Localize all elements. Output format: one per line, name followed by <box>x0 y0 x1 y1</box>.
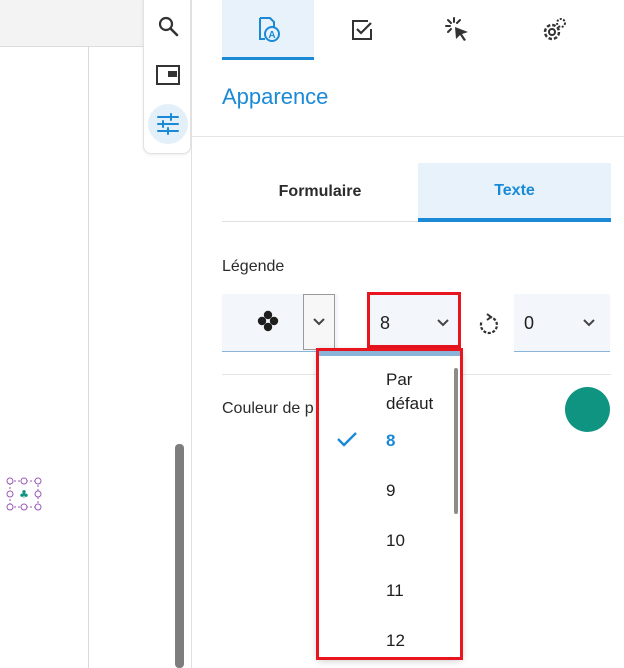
dropdown-option-9[interactable]: 9 <box>386 479 395 503</box>
panel-toggle-icon <box>156 65 180 85</box>
svg-text:A: A <box>268 30 275 41</box>
canvas-scrollbar[interactable] <box>175 444 184 668</box>
font-size-value: 8 <box>380 313 391 333</box>
rotation-value: 0 <box>524 313 535 333</box>
color-swatch[interactable] <box>565 387 610 432</box>
font-size-dropdown: Par défaut 8 9 10 11 12 <box>318 350 461 658</box>
color-label: Couleur de p <box>222 400 314 417</box>
chevron-down-icon <box>437 319 449 327</box>
panel-toggle-button[interactable] <box>148 55 188 95</box>
canvas-top-strip <box>0 0 145 47</box>
search-icon <box>158 16 179 37</box>
tab-actions[interactable] <box>412 0 504 60</box>
panel-divider <box>191 136 624 137</box>
dropdown-option-8[interactable]: 8 <box>386 429 395 453</box>
dropdown-option-default[interactable]: Par défaut <box>386 368 433 416</box>
vertical-toolbar <box>143 0 191 154</box>
selected-form-field-widget[interactable]: ♣ <box>6 477 42 511</box>
properties-button[interactable] <box>148 104 188 144</box>
click-action-icon <box>445 17 468 41</box>
svg-text:♣: ♣ <box>19 488 29 501</box>
chevron-down-icon <box>313 318 325 326</box>
dropdown-top-bar <box>318 350 461 356</box>
canvas-divider <box>88 47 89 668</box>
club-symbol-icon <box>257 310 279 332</box>
tab-options[interactable] <box>316 0 408 60</box>
symbol-dropdown-button[interactable] <box>303 294 335 350</box>
panel-title: Apparence <box>222 84 329 109</box>
appearance-icon: A <box>259 16 280 42</box>
dropdown-option-11[interactable]: 11 <box>386 579 404 603</box>
checkbox-icon <box>352 20 372 40</box>
subtab-texte[interactable]: Texte <box>418 163 611 222</box>
tab-settings[interactable] <box>508 0 600 60</box>
option-default-line1: Par <box>386 370 413 389</box>
settings-icon <box>543 18 566 41</box>
chevron-down-icon <box>583 319 595 327</box>
tab-appearance[interactable]: A <box>222 0 314 60</box>
search-button[interactable] <box>148 6 188 46</box>
rotate-icon <box>479 313 498 335</box>
check-icon <box>337 432 357 447</box>
dropdown-scrollbar[interactable] <box>454 368 458 514</box>
legend-label: Légende <box>222 258 285 275</box>
dropdown-option-10[interactable]: 10 <box>386 529 405 553</box>
properties-sliders-icon <box>157 113 179 135</box>
dropdown-option-12[interactable]: 12 <box>386 629 405 653</box>
option-default-line2: défaut <box>386 394 434 413</box>
subtab-formulaire[interactable]: Formulaire <box>222 163 418 222</box>
